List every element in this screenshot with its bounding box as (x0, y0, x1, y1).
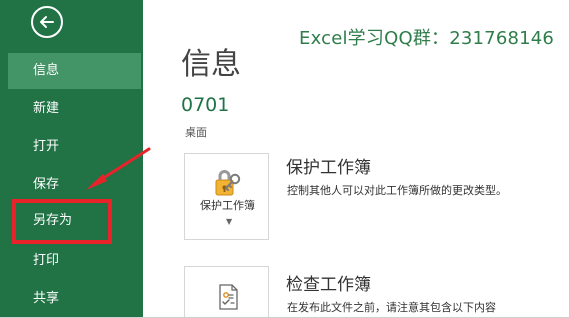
excel-backstage-info-screen: 信息 新建 打开 保存 另存为 打印 共享 Excel学习QQ群：2317681… (0, 0, 570, 318)
annotation-arrow (86, 147, 151, 190)
